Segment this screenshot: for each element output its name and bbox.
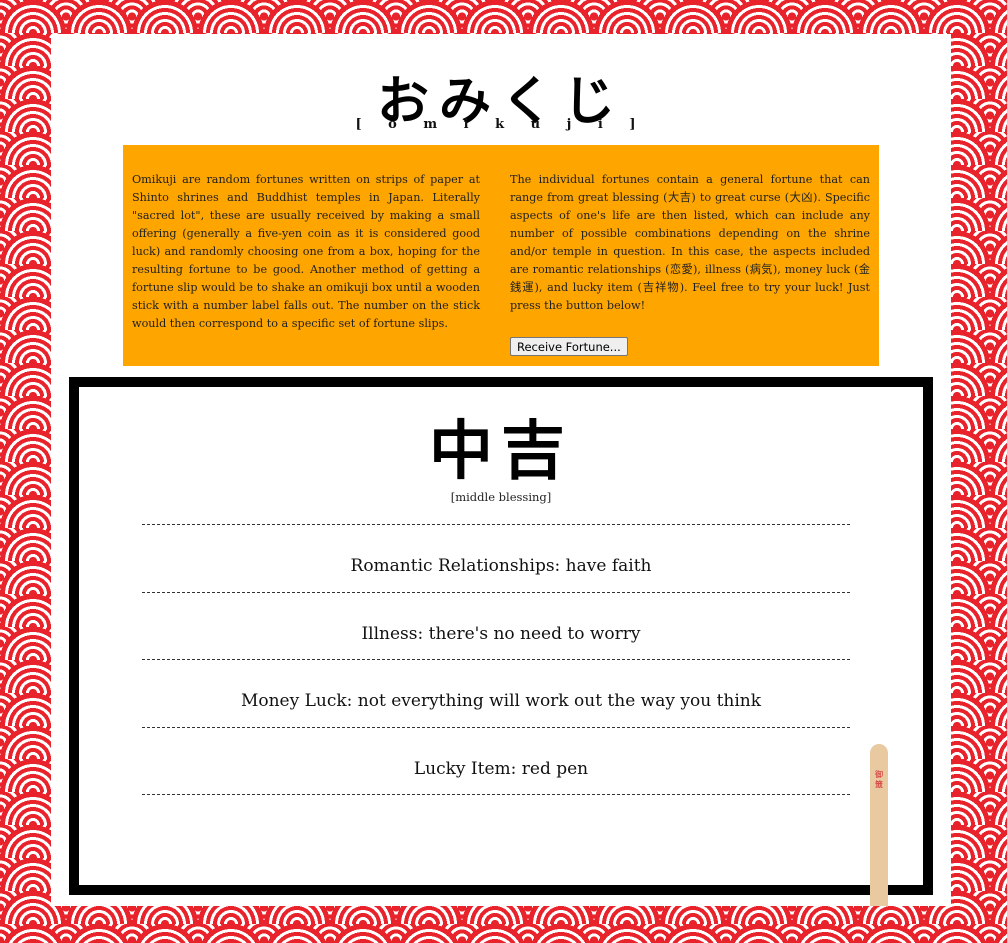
divider (142, 524, 850, 525)
fortune-aspect-romance: Romantic Relationships: have faith (350, 556, 652, 576)
fortune-aspect-illness: Illness: there's no need to worry (361, 624, 641, 644)
page-subtitle-romaji: [ o m i k u j i ] (355, 117, 647, 132)
divider (142, 727, 850, 728)
fortune-aspect-money: Money Luck: not everything will work out… (240, 691, 762, 711)
receive-fortune-button[interactable]: Receive Fortune... (510, 337, 628, 356)
fortune-subtitle: [middle blessing] (450, 490, 552, 504)
info-text-right: The individual fortunes contain a genera… (510, 173, 870, 312)
omikuji-stick: 御籤 (870, 744, 888, 906)
fortune-title: 中吉 (429, 414, 573, 489)
page-container: おみくじ [ o m i k u j i ] Omikuji are rando… (51, 34, 951, 906)
fortune-aspect-lucky-item: Lucky Item: red pen (413, 759, 589, 779)
divider (142, 592, 850, 593)
divider (142, 794, 850, 795)
stick-label: 御籤 (875, 770, 883, 789)
divider (142, 659, 850, 660)
info-panel: Omikuji are random fortunes written on s… (123, 145, 879, 366)
fortune-panel: 中吉 [middle blessing] Romantic Relationsh… (69, 377, 933, 895)
info-text-left: Omikuji are random fortunes written on s… (132, 173, 480, 330)
